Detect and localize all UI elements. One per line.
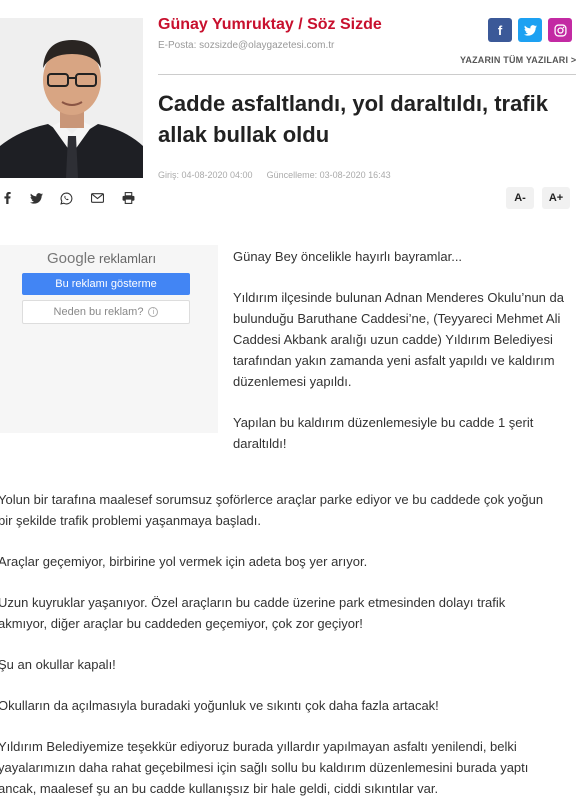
hide-ad-button[interactable]: Bu reklamı gösterme <box>22 273 190 295</box>
facebook-icon[interactable] <box>0 187 14 209</box>
article-paragraph: Okulların da açılmasıyla buradaki yoğunl… <box>0 695 582 716</box>
article-paragraph: Araçlar geçemiyor, birbirine yol vermek … <box>0 551 582 572</box>
article-title: Cadde asfaltlandı, yol daraltıldı, trafi… <box>158 91 548 147</box>
ad-title-suffix: reklamları <box>95 251 157 266</box>
paragraph-line: bir şekilde trafik problemi yaşanmaya ba… <box>0 513 262 528</box>
social-links: f <box>488 18 572 42</box>
article-paragraph: Yıldırım Belediyemize teşekkür ediyoruz … <box>0 736 582 799</box>
article-paragraph: Yıldırım ilçesinde bulunan Adnan Mendere… <box>233 290 564 389</box>
twitter-icon[interactable] <box>518 18 542 42</box>
created-date: Giriş: 04-08-2020 04:00 <box>158 170 253 180</box>
paragraph-line: yayalarımızın daha rahat geçebilmesi içi… <box>0 760 529 775</box>
paragraph-line: akmıyor, diğer araçlar bu caddeden geçem… <box>0 616 363 631</box>
paragraph-line: Araçlar geçemiyor, birbirine yol vermek … <box>0 554 368 569</box>
font-increase-button[interactable]: A+ <box>542 187 570 209</box>
author-name[interactable]: Günay Yumruktay / Söz Sizde <box>158 16 382 34</box>
print-icon[interactable] <box>120 187 136 209</box>
paragraph-line: Şu an okullar kapalı! <box>0 657 116 672</box>
twitter-icon[interactable] <box>28 187 44 209</box>
share-toolbar: A- A+ <box>0 187 584 211</box>
paragraph-line: ancak, maalesef şu an bu cadde kullanışs… <box>0 781 439 796</box>
facebook-icon[interactable]: f <box>488 18 512 42</box>
header-divider <box>158 74 576 75</box>
all-posts-link[interactable]: YAZARIN TÜM YAZILARI > <box>460 55 576 65</box>
article-paragraph: Yapılan bu kaldırım düzenlemesiyle bu ca… <box>233 415 534 451</box>
why-this-ad-button[interactable]: Neden bu reklam? i <box>22 300 190 324</box>
google-ad-box: Google reklamları Bu reklamı gösterme Ne… <box>0 245 218 433</box>
article-paragraph: Uzun kuyruklar yaşanıyor. Özel araçların… <box>0 592 582 634</box>
author-email[interactable]: E-Posta: sozsizde@olaygazetesi.com.tr <box>158 40 334 51</box>
article-paragraph: Günay Bey öncelikle hayırlı bayramlar... <box>233 249 463 264</box>
article-paragraph: Yolun bir tarafına maalesef sorumsuz şof… <box>0 489 582 531</box>
paragraph-line: Yıldırım Belediyemize teşekkür ediyoruz … <box>0 739 517 754</box>
google-logo-text: Google <box>47 250 96 267</box>
whatsapp-icon[interactable] <box>58 187 74 209</box>
ad-title: Google reklamları <box>47 250 156 267</box>
font-decrease-button[interactable]: A- <box>506 187 534 209</box>
updated-date: Güncelleme: 03-08-2020 16:43 <box>266 170 391 180</box>
paragraph-line: Okulların da açılmasıyla buradaki yoğunl… <box>0 698 439 713</box>
author-photo[interactable] <box>0 18 143 178</box>
paragraph-line: Yolun bir tarafına maalesef sorumsuz şof… <box>0 492 544 507</box>
info-icon: i <box>148 307 159 317</box>
instagram-icon[interactable] <box>548 18 572 42</box>
paragraph-line: Uzun kuyruklar yaşanıyor. Özel araçların… <box>0 595 506 610</box>
email-icon[interactable] <box>89 187 105 209</box>
article-dates: Giriş: 04-08-2020 04:00 Güncelleme: 03-0… <box>158 170 391 180</box>
article-header: Günay Yumruktay / Söz Sizde E-Posta: soz… <box>0 0 584 190</box>
article-paragraph: Şu an okullar kapalı! <box>0 654 582 675</box>
why-this-ad-label: Neden bu reklam? <box>53 306 144 318</box>
